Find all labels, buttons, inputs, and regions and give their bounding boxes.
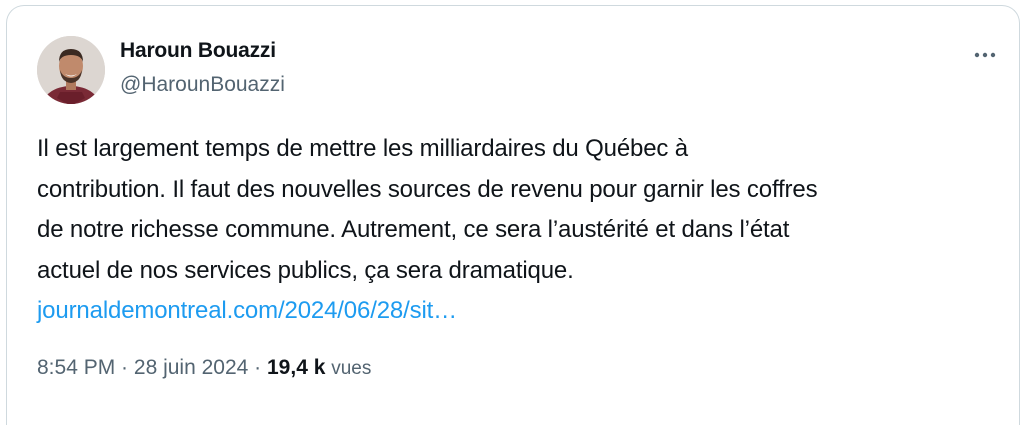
views-label: vues	[331, 358, 372, 379]
tweet-time[interactable]: 8:54 PM	[37, 356, 115, 379]
profile-photo-icon	[37, 36, 105, 104]
more-options-button[interactable]	[965, 42, 1005, 68]
avatar[interactable]	[37, 36, 105, 104]
tweet-meta: 8:54 PM · 28 juin 2024 · 19,4 k vues	[37, 356, 371, 380]
tweet-text-line: actuel de nos services publics, ça sera …	[37, 256, 574, 284]
tweet-text-line: contribution. Il faut des nouvelles sour…	[37, 175, 818, 203]
tweet-card: Haroun Bouazzi @HarounBouazzi Il est lar…	[6, 5, 1020, 425]
more-horizontal-icon	[974, 52, 996, 58]
tweet-date[interactable]: 28 juin 2024	[134, 356, 248, 379]
tweet-text: Il est largement temps de mettre les mil…	[37, 129, 997, 332]
meta-separator: ·	[115, 356, 134, 379]
tweet-text-line: Il est largement temps de mettre les mil…	[37, 135, 688, 162]
author-handle[interactable]: @HarounBouazzi	[120, 73, 285, 97]
tweet-text-line: de notre richesse commune. Autrement, ce…	[37, 216, 790, 243]
tweet-link[interactable]: journaldemontreal.com/2024/06/28/sit…	[37, 297, 457, 324]
author-display-name[interactable]: Haroun Bouazzi	[120, 39, 276, 63]
views-count[interactable]: 19,4 k	[267, 356, 325, 379]
meta-separator: ·	[248, 356, 267, 379]
